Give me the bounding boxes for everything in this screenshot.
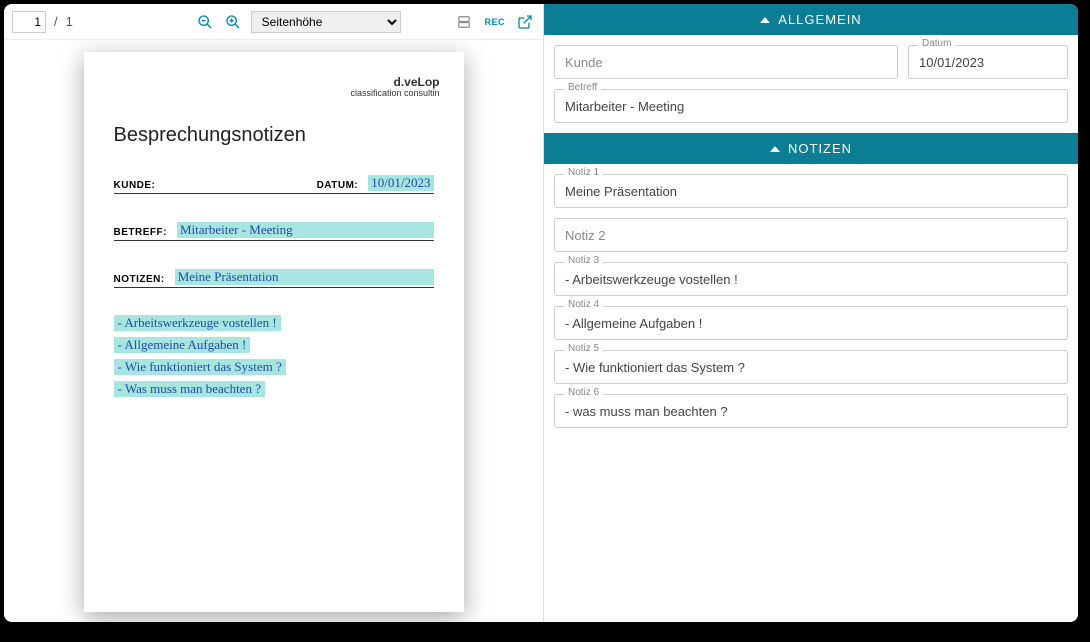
- kunde-input[interactable]: [554, 45, 898, 79]
- app-window: / 1 Seitenhöhe REC: [4, 4, 1078, 622]
- datum-value: 10/01/2023: [368, 175, 433, 191]
- layout-icon[interactable]: [454, 12, 474, 32]
- betreff-input[interactable]: [554, 89, 1068, 123]
- document-logo: d.veLop classification consultin: [350, 76, 439, 99]
- field-kunde: [554, 45, 898, 79]
- viewer-toolbar: / 1 Seitenhöhe REC: [4, 4, 543, 40]
- document-notes-list: - Arbeitswerkzeuge vostellen ! - Allgeme…: [114, 312, 434, 400]
- note-line: - Wie funktioniert das System ?: [114, 359, 286, 375]
- section-body-notizen: Notiz 1 Notiz 3 Notiz 4 Notiz 5 Notiz 6: [544, 164, 1078, 438]
- field-notiz-6: Notiz 6: [554, 394, 1068, 428]
- notiz-6-input[interactable]: [554, 394, 1068, 428]
- form-panel: ALLGEMEIN Datum Betreff NOTIZEN: [544, 4, 1078, 622]
- notizen-value: Meine Präsentation: [175, 269, 434, 285]
- field-label: Betreff: [564, 82, 601, 93]
- section-title: NOTIZEN: [788, 141, 852, 156]
- field-label: Notiz 4: [564, 299, 603, 310]
- page-total: 1: [66, 14, 73, 29]
- zoom-out-icon[interactable]: [195, 12, 215, 32]
- field-betreff: Betreff: [554, 89, 1068, 123]
- document-title: Besprechungsnotizen: [114, 124, 434, 147]
- note-line: - Arbeitswerkzeuge vostellen !: [114, 315, 281, 331]
- field-label: Datum: [918, 38, 955, 49]
- notiz-5-input[interactable]: [554, 350, 1068, 384]
- chevron-up-icon: [760, 17, 770, 23]
- field-notiz-4: Notiz 4: [554, 306, 1068, 340]
- field-notiz-2: [554, 218, 1068, 252]
- section-title: ALLGEMEIN: [778, 12, 861, 27]
- notiz-1-input[interactable]: [554, 174, 1068, 208]
- field-notiz-3: Notiz 3: [554, 262, 1068, 296]
- document-viewer-panel: / 1 Seitenhöhe REC: [4, 4, 544, 622]
- doc-row-betreff: BETREFF: Mitarbeiter - Meeting: [114, 222, 434, 241]
- field-notiz-5: Notiz 5: [554, 350, 1068, 384]
- notiz-4-input[interactable]: [554, 306, 1068, 340]
- datum-input[interactable]: [908, 45, 1068, 79]
- field-datum: Datum: [908, 45, 1068, 79]
- page-separator: /: [54, 14, 58, 29]
- document-page: d.veLop classification consultin Besprec…: [84, 52, 464, 612]
- zoom-mode-select[interactable]: Seitenhöhe: [251, 11, 401, 33]
- field-label: Notiz 3: [564, 255, 603, 266]
- notiz-2-input[interactable]: [554, 218, 1068, 252]
- note-line: - Allgemeine Aufgaben !: [114, 337, 251, 353]
- section-header-allgemein[interactable]: ALLGEMEIN: [544, 4, 1078, 35]
- field-notiz-1: Notiz 1: [554, 174, 1068, 208]
- open-external-icon[interactable]: [515, 12, 535, 32]
- field-label: Notiz 6: [564, 387, 603, 398]
- note-line: - Was muss man beachten ?: [114, 381, 265, 397]
- section-body-allgemein: Datum Betreff: [544, 35, 1078, 133]
- chevron-up-icon: [770, 146, 780, 152]
- notizen-label: NOTIZEN:: [114, 274, 165, 285]
- field-label: Notiz 1: [564, 167, 603, 178]
- field-label: Notiz 5: [564, 343, 603, 354]
- rec-badge: REC: [484, 17, 505, 27]
- kunde-label: KUNDE:: [114, 180, 307, 191]
- document-area: d.veLop classification consultin Besprec…: [4, 40, 543, 622]
- datum-label: DATUM:: [317, 180, 359, 191]
- page-number-input[interactable]: [12, 11, 46, 33]
- betreff-value: Mitarbeiter - Meeting: [177, 222, 434, 238]
- notiz-3-input[interactable]: [554, 262, 1068, 296]
- zoom-in-icon[interactable]: [223, 12, 243, 32]
- section-header-notizen[interactable]: NOTIZEN: [544, 133, 1078, 164]
- doc-row-kunde-datum: KUNDE: DATUM: 10/01/2023: [114, 175, 434, 194]
- betreff-label: BETREFF:: [114, 227, 167, 238]
- doc-row-notizen: NOTIZEN: Meine Präsentation: [114, 269, 434, 288]
